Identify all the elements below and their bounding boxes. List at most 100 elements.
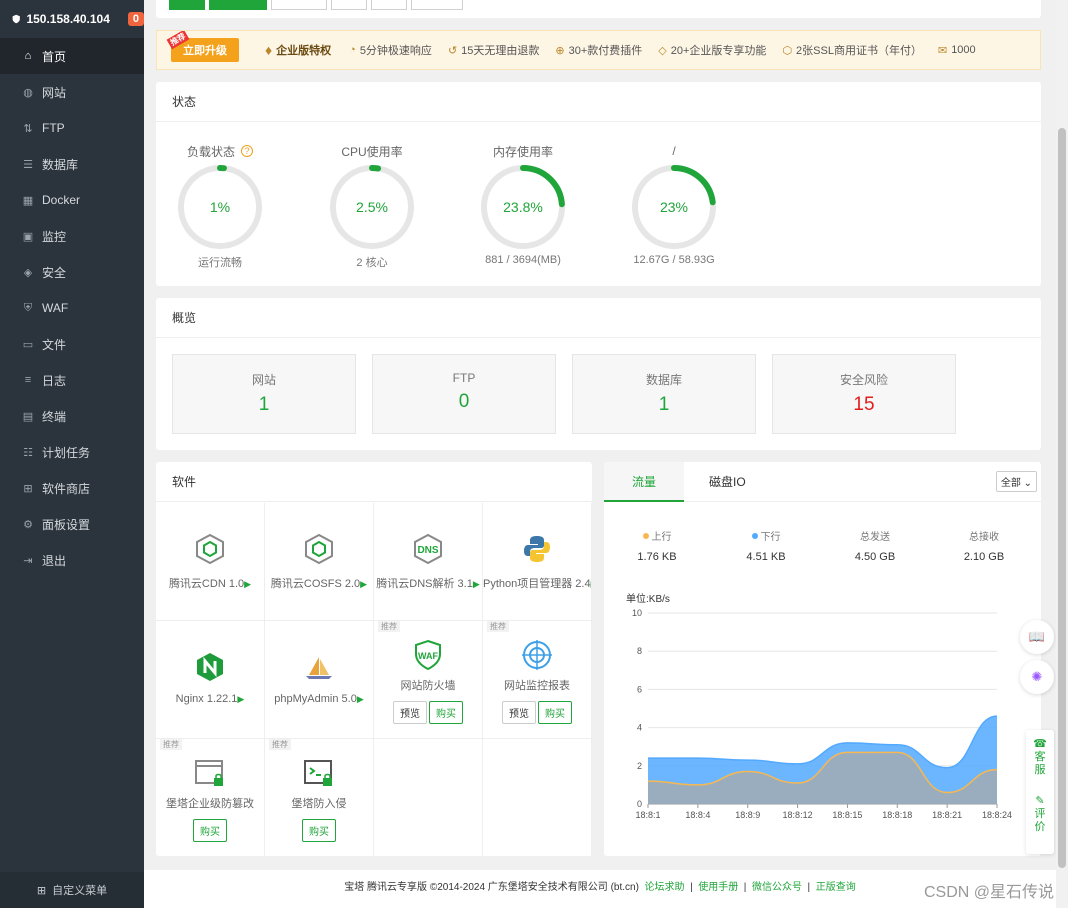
software-item[interactable]: 推荐 WAF 网站防火墙 预览 购买 (374, 621, 483, 739)
intrusion-lock-icon (303, 757, 335, 789)
toolbar-button-3[interactable] (271, 0, 327, 10)
promo-feature[interactable]: ⊕ 30+款付费插件 (555, 42, 642, 58)
docker-icon: ▦ (22, 194, 34, 207)
toolbar-button-1[interactable] (169, 0, 205, 10)
overview-item[interactable]: FTP 0 (372, 354, 556, 434)
x-tick-label: 18:8:18 (882, 810, 912, 820)
ai-float-button[interactable]: ✺ (1020, 660, 1054, 694)
tab-disk-io[interactable]: 磁盘IO (709, 462, 746, 502)
gauge-label: 内存使用率 (492, 144, 553, 159)
phpmyadmin-icon (303, 651, 335, 683)
software-name: 堡塔企业级防篡改 (166, 798, 254, 810)
sidebar-item-label: Docker (42, 193, 81, 207)
x-tick-label: 18:8:1 (635, 810, 660, 820)
license-link[interactable]: 正版查询 (816, 882, 856, 893)
service-button[interactable]: ☎ 客服 (1026, 738, 1054, 777)
software-item[interactable]: 腾讯云COSFS 2.0▶ (265, 503, 374, 621)
preview-button[interactable]: 预览 (502, 701, 536, 724)
software-item[interactable]: 推荐 堡塔防入侵 购买 (265, 739, 374, 856)
scrollbar[interactable] (1056, 0, 1068, 908)
preview-button[interactable]: 预览 (393, 701, 427, 724)
sidebar-item-7[interactable]: ⛨ WAF (0, 290, 144, 326)
traffic-stat-value: 4.51 KB (746, 551, 786, 563)
book-float-button[interactable]: 📖 (1020, 620, 1054, 654)
promo-feature[interactable]: ◔ 5分钟极速响应 (349, 42, 432, 58)
gauge[interactable]: 内存使用率 23.8% 881 / 3694(MB) (473, 142, 573, 266)
status-card: 状态 负载状态? 1% 运行流畅 CPU使用率 2.5% 2 核心 内存使用率 23.8% 88… (156, 82, 1041, 286)
software-name: 网站防火墙 (400, 680, 456, 692)
sidebar-item-5[interactable]: ▣ 监控 (0, 218, 144, 254)
traffic-stat-label-row: 总发送 (830, 528, 920, 543)
software-name: 腾讯云COSFS 2.0 (270, 578, 361, 590)
tab-traffic[interactable]: 流量 (604, 462, 684, 502)
toolbar-button-2[interactable] (209, 0, 267, 10)
overview-item[interactable]: 安全风险 15 (772, 354, 956, 434)
notification-badge[interactable]: 0 (127, 12, 144, 26)
promo-feature[interactable]: ⬡ 2张SSL商用证书（年付） (782, 42, 922, 58)
promo-feature[interactable]: ✉ 1000 (938, 42, 976, 58)
gauge[interactable]: CPU使用率 2.5% 2 核心 (322, 142, 422, 270)
buy-button[interactable]: 购买 (193, 819, 227, 842)
promo-feature[interactable]: ↺ 15天无理由退款 (448, 42, 539, 58)
sidebar-item-6[interactable]: ◈ 安全 (0, 254, 144, 290)
interface-select[interactable]: 全部 ⌄ (995, 471, 1037, 492)
custom-menu-button[interactable]: ⊞ 自定义菜单 (0, 872, 144, 908)
service-label: 客服 (1034, 751, 1046, 776)
sidebar-item-0[interactable]: ⌂ 首页 (0, 38, 144, 74)
sidebar-item-2[interactable]: ⇅ FTP (0, 110, 144, 146)
buy-button[interactable]: 购买 (429, 701, 463, 724)
play-icon: ▶ (360, 579, 368, 589)
sidebar-item-label: WAF (42, 301, 69, 315)
sidebar-item-11[interactable]: ☷ 计划任务 (0, 434, 144, 470)
gauge[interactable]: 负载状态? 1% 运行流畅 (170, 142, 270, 270)
sidebar-item-10[interactable]: ▤ 终端 (0, 398, 144, 434)
manual-link[interactable]: 使用手册 (698, 882, 738, 893)
sidebar: 150.158.40.104 0 ⌂ 首页 ◍ 网站 ⇅ FTP ☰ 数据库 ▦ Docker ▣ 监… (0, 0, 144, 908)
software-item[interactable]: 推荐 网站监控报表 预览 购买 (483, 621, 592, 739)
sidebar-item-9[interactable]: ≡ 日志 (0, 362, 144, 398)
gauge[interactable]: / 23% 12.67G / 58.93G (624, 142, 724, 266)
sidebar-item-1[interactable]: ◍ 网站 (0, 74, 144, 110)
sidebar-item-8[interactable]: ▭ 文件 (0, 326, 144, 362)
sidebar-item-3[interactable]: ☰ 数据库 (0, 146, 144, 182)
wechat-link[interactable]: 微信公众号 (752, 882, 802, 893)
sidebar-menu: ⌂ 首页 ◍ 网站 ⇅ FTP ☰ 数据库 ▦ Docker ▣ 监控 ◈ 安全 ⛨ WAF ▭ 文件 ≡ 日志 ▤ 终端… (0, 38, 144, 578)
overview-item[interactable]: 数据库 1 (572, 354, 756, 434)
software-item[interactable]: phpMyAdmin 5.0▶ (265, 621, 374, 739)
toolbar-button-6[interactable] (411, 0, 463, 10)
toolbar-button-5[interactable] (371, 0, 407, 10)
buy-button[interactable]: 购买 (302, 819, 336, 842)
software-item[interactable]: 腾讯云CDN 1.0▶ (156, 503, 265, 621)
waf-icon: ⛨ (23, 301, 33, 314)
help-icon[interactable]: ? (241, 145, 253, 157)
software-item[interactable]: Nginx 1.22.1▶ (156, 621, 265, 739)
sidebar-item-12[interactable]: ⊞ 软件商店 (0, 470, 144, 506)
database-icon: ☰ (23, 158, 33, 171)
toolbar-button-4[interactable] (331, 0, 367, 10)
overview-item[interactable]: 网站 1 (172, 354, 356, 434)
svg-text:DNS: DNS (417, 545, 438, 556)
sidebar-item-4[interactable]: ▦ Docker (0, 182, 144, 218)
sidebar-item-13[interactable]: ⚙ 面板设置 (0, 506, 144, 542)
legend-dot-icon (751, 532, 758, 539)
rate-button[interactable]: ✎ 评价 (1026, 795, 1054, 834)
forum-link[interactable]: 论坛求助 (645, 882, 685, 893)
scrollbar-thumb[interactable] (1058, 128, 1066, 868)
server-header[interactable]: 150.158.40.104 0 (0, 0, 144, 38)
software-item[interactable]: Python项目管理器 2.4▶ (483, 503, 592, 621)
mail-icon: ✉ (937, 44, 948, 57)
enterprise-privilege[interactable]: ♦ 企业版特权 (265, 42, 331, 58)
promo-feature-label: 1000 (951, 44, 976, 56)
sidebar-item-label: 网站 (42, 85, 67, 100)
software-item[interactable]: DNS 腾讯云DNS解析 3.1▶ (374, 503, 483, 621)
software-item[interactable]: 推荐 堡塔企业级防篡改 购买 (156, 739, 265, 856)
promo-feature-label: 15天无理由退款 (461, 45, 540, 57)
upgrade-button[interactable]: 推荐 立即升级 (166, 31, 239, 62)
sidebar-item-label: 首页 (42, 49, 67, 64)
buy-button[interactable]: 购买 (538, 701, 572, 724)
sidebar-item-14[interactable]: ⇥ 退出 (0, 542, 144, 578)
sidebar-item-label: 文件 (42, 337, 67, 352)
gauge-ring: 1% (178, 165, 262, 249)
gauge-sub: 12.67G / 58.93G (633, 254, 715, 266)
promo-feature[interactable]: ◇ 20+企业版专享功能 (658, 42, 766, 58)
